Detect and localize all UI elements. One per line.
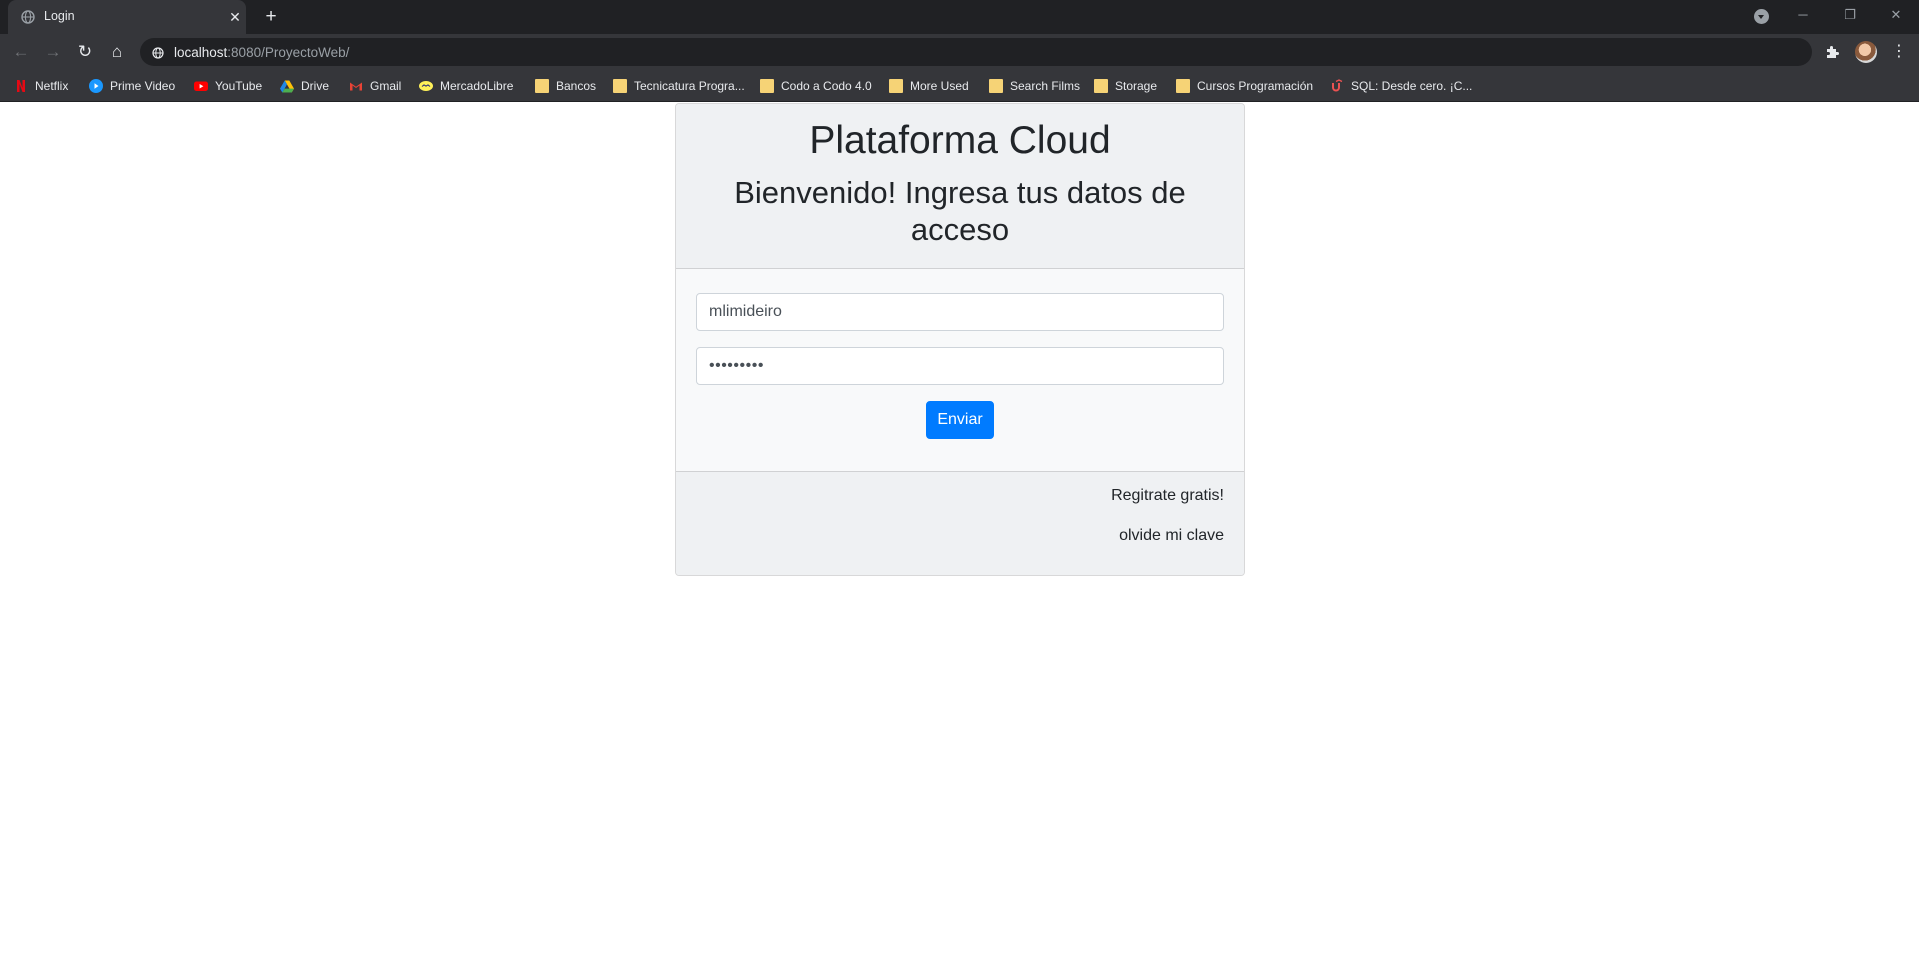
bookmark-label: Codo a Codo 4.0: [781, 79, 872, 93]
password-field[interactable]: •••••••••: [696, 347, 1224, 385]
address-bar[interactable]: localhost:8080/ProyectoWeb/: [140, 38, 1812, 66]
tab-search-icon[interactable]: [1754, 9, 1769, 24]
bookmark-label: Bancos: [556, 79, 597, 93]
welcome-subtitle-line-2: acceso: [910, 212, 1010, 248]
submit-button[interactable]: Enviar: [926, 401, 994, 439]
bookmark-folder-tecnicatura[interactable]: Tecnicatura Progra...: [613, 76, 745, 96]
restore-button[interactable]: ❐: [1827, 2, 1873, 28]
page-title: Plataforma Cloud: [809, 119, 1111, 162]
bookmark-gmail[interactable]: Gmail: [349, 76, 401, 96]
profile-avatar[interactable]: [1855, 41, 1877, 63]
folder-icon: [535, 79, 549, 93]
bookmark-label: Netflix: [35, 79, 69, 93]
reload-button[interactable]: ↻: [73, 40, 97, 64]
register-link[interactable]: Regitrate gratis!: [1111, 487, 1224, 505]
bookmark-drive[interactable]: Drive: [280, 76, 329, 96]
browser-toolbar: ← → ↻ ⌂ localhost:8080/ProyectoWeb/ ⋮: [0, 34, 1919, 70]
bookmark-label: Cursos Programación: [1197, 79, 1314, 93]
folder-icon: [613, 79, 627, 93]
browser-menu-icon[interactable]: ⋮: [1888, 41, 1910, 63]
tab-title: Login: [44, 9, 75, 23]
minimize-button[interactable]: ─: [1780, 2, 1826, 28]
bookmark-label: Prime Video: [110, 79, 176, 93]
card-footer: Regitrate gratis! olvide mi clave: [676, 471, 1244, 575]
folder-icon: [760, 79, 774, 93]
tab-close-icon[interactable]: ✕: [225, 7, 245, 27]
forgot-password-link[interactable]: olvide mi clave: [1119, 527, 1224, 545]
bookmark-udemy-sql[interactable]: SQL: Desde cero. ¡C...: [1330, 76, 1472, 96]
bookmark-folder-more-used[interactable]: More Used: [889, 76, 969, 96]
bookmark-folder-bancos[interactable]: Bancos: [535, 76, 596, 96]
login-form: mlimideiro ••••••••• Enviar: [676, 269, 1244, 475]
bookmark-label: YouTube: [215, 79, 263, 93]
drive-icon: [280, 79, 294, 93]
bookmark-label: Search Films: [1010, 79, 1081, 93]
bookmark-label: More Used: [910, 79, 969, 93]
bookmark-folder-storage[interactable]: Storage: [1094, 76, 1157, 96]
login-card: Plataforma Cloud Bienvenido! Ingresa tus…: [675, 103, 1245, 576]
bookmark-youtube[interactable]: YouTube: [194, 76, 262, 96]
bookmark-prime-video[interactable]: Prime Video: [89, 76, 175, 96]
bookmark-folder-codo-a-codo[interactable]: Codo a Codo 4.0: [760, 76, 872, 96]
url-host: localhost: [174, 45, 228, 60]
bookmark-label: Gmail: [370, 79, 402, 93]
site-info-icon[interactable]: [152, 46, 164, 59]
home-button[interactable]: ⌂: [105, 40, 129, 64]
new-tab-button[interactable]: +: [260, 6, 282, 28]
prime-video-icon: [89, 79, 103, 93]
globe-icon: [21, 10, 35, 24]
bookmark-label: Storage: [1115, 79, 1158, 93]
gmail-icon: [349, 79, 363, 93]
welcome-subtitle: Bienvenido! Ingresa tus datos de acceso: [676, 174, 1244, 248]
mercadolibre-icon: [419, 79, 433, 93]
bookmark-folder-search-films[interactable]: Search Films: [989, 76, 1080, 96]
folder-icon: [1094, 79, 1108, 93]
username-field[interactable]: mlimideiro: [696, 293, 1224, 331]
card-header: Plataforma Cloud Bienvenido! Ingresa tus…: [676, 104, 1244, 269]
back-button[interactable]: ←: [9, 40, 33, 64]
folder-icon: [989, 79, 1003, 93]
folder-icon: [1176, 79, 1190, 93]
tab-login[interactable]: Login ✕: [8, 0, 246, 34]
bookmark-label: Tecnicatura Progra...: [634, 79, 745, 93]
welcome-subtitle-line-1: Bienvenido! Ingresa tus datos de: [734, 175, 1186, 210]
url-path: :8080/ProyectoWeb/: [227, 45, 350, 60]
extensions-icon[interactable]: [1824, 43, 1842, 61]
netflix-icon: [14, 79, 28, 93]
bookmark-mercadolibre[interactable]: MercadoLibre: [419, 76, 513, 96]
bookmark-folder-cursos[interactable]: Cursos Programación: [1176, 76, 1313, 96]
bookmark-label: SQL: Desde cero. ¡C...: [1351, 79, 1473, 93]
close-window-button[interactable]: ✕: [1873, 2, 1919, 28]
bookmark-label: Drive: [301, 79, 330, 93]
bookmark-label: MercadoLibre: [440, 79, 514, 93]
youtube-icon: [194, 79, 208, 93]
folder-icon: [889, 79, 903, 93]
tab-strip: Login ✕ + ─ ❐ ✕: [0, 0, 1919, 34]
udemy-icon: [1330, 79, 1344, 93]
bookmarks-bar: Netflix Prime Video YouTube Drive Gmail …: [0, 70, 1919, 102]
forward-button[interactable]: →: [41, 40, 65, 64]
url-text: localhost:8080/ProyectoWeb/: [174, 45, 349, 60]
bookmark-netflix[interactable]: Netflix: [14, 76, 68, 96]
